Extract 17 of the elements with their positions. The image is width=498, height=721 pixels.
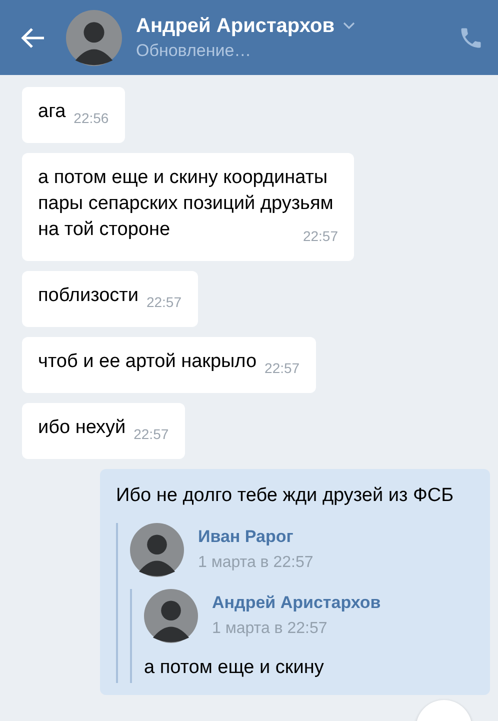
- author-name[interactable]: Иван Рарог: [198, 526, 314, 548]
- message-bubble: а потом еще и скину координаты пары сепарских позиций друзьям на той стороне 22:57: [22, 153, 354, 261]
- message-bubble: поблизости 22:57: [22, 271, 198, 327]
- message-date: 1 марта в 22:57: [198, 553, 314, 573]
- contact-name[interactable]: Андрей Аристархов: [136, 14, 334, 38]
- author-name[interactable]: Андрей Аристархов: [212, 592, 381, 614]
- message-bubble: ага 22:56: [22, 87, 125, 143]
- contact-status: Обновление…: [136, 40, 252, 60]
- chevron-icon[interactable]: [342, 22, 354, 30]
- message-bubble: ибо нехуй 22:57: [22, 403, 185, 459]
- message-text: Ибо не долго тебе жди друзей из ФСБ: [116, 484, 455, 508]
- message-date: 1 марта в 22:57: [212, 619, 328, 639]
- message-bubble: чтоб и ее артой накрыло 22:57: [22, 337, 316, 393]
- avatar: [130, 523, 184, 577]
- message-text: а потом еще и скину: [144, 656, 325, 680]
- avatar: [66, 10, 122, 66]
- avatar: [144, 589, 198, 643]
